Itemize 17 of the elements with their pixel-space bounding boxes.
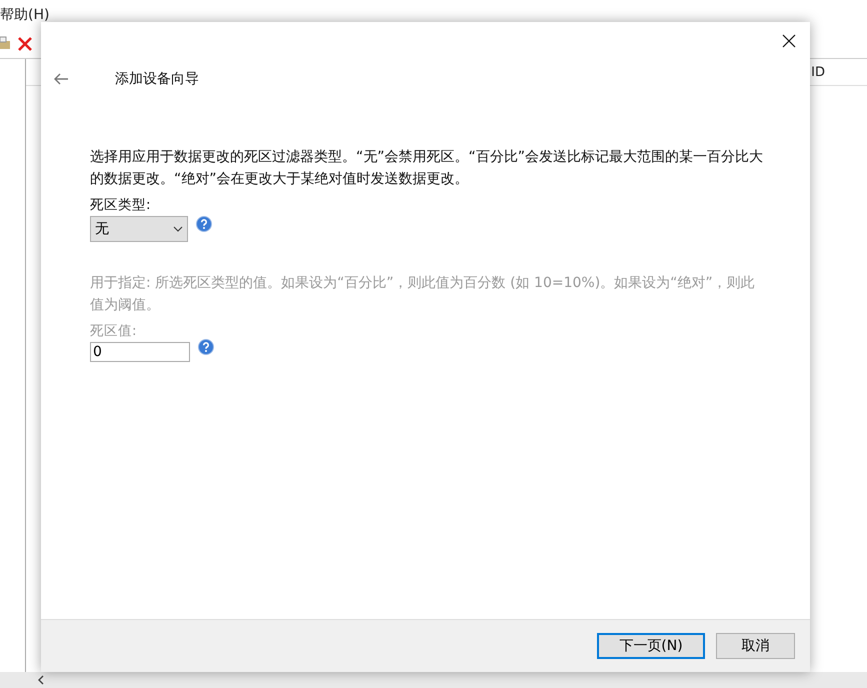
hint-text: 用于指定: 所选死区类型的值。如果设为“百分比”，则此值为百分数 (如 10=10%)。如果设为“绝对”，则此值为阈值。 <box>90 274 756 315</box>
chevron-down-icon <box>173 226 183 232</box>
wizard-title: 添加设备向导 <box>115 70 199 88</box>
close-icon[interactable] <box>782 34 796 48</box>
back-arrow-icon[interactable] <box>53 73 69 85</box>
cancel-button[interactable]: 取消 <box>716 633 795 659</box>
delete-icon[interactable] <box>16 35 34 53</box>
dropdown[interactable]: 无 <box>90 216 188 242</box>
help-icon[interactable] <box>198 339 214 355</box>
field-label: 死区值: <box>90 322 138 340</box>
description-text: 选择用应用于数据更改的死区过滤器类型。“无”会禁用死区。“百分比”会发送比标记最大范围的某一百分比大的数据更改。“绝对”会在更改大于某绝对值时发送数据更改。 <box>90 148 764 189</box>
column-header[interactable]: ID <box>811 64 825 80</box>
next-button[interactable]: 下一页(N) <box>597 633 705 659</box>
field-label: 死区类型: <box>90 196 152 214</box>
menu-item[interactable]: 帮助(H) <box>0 6 50 24</box>
help-icon[interactable] <box>196 216 212 232</box>
scroll-left-icon[interactable] <box>36 675 46 685</box>
